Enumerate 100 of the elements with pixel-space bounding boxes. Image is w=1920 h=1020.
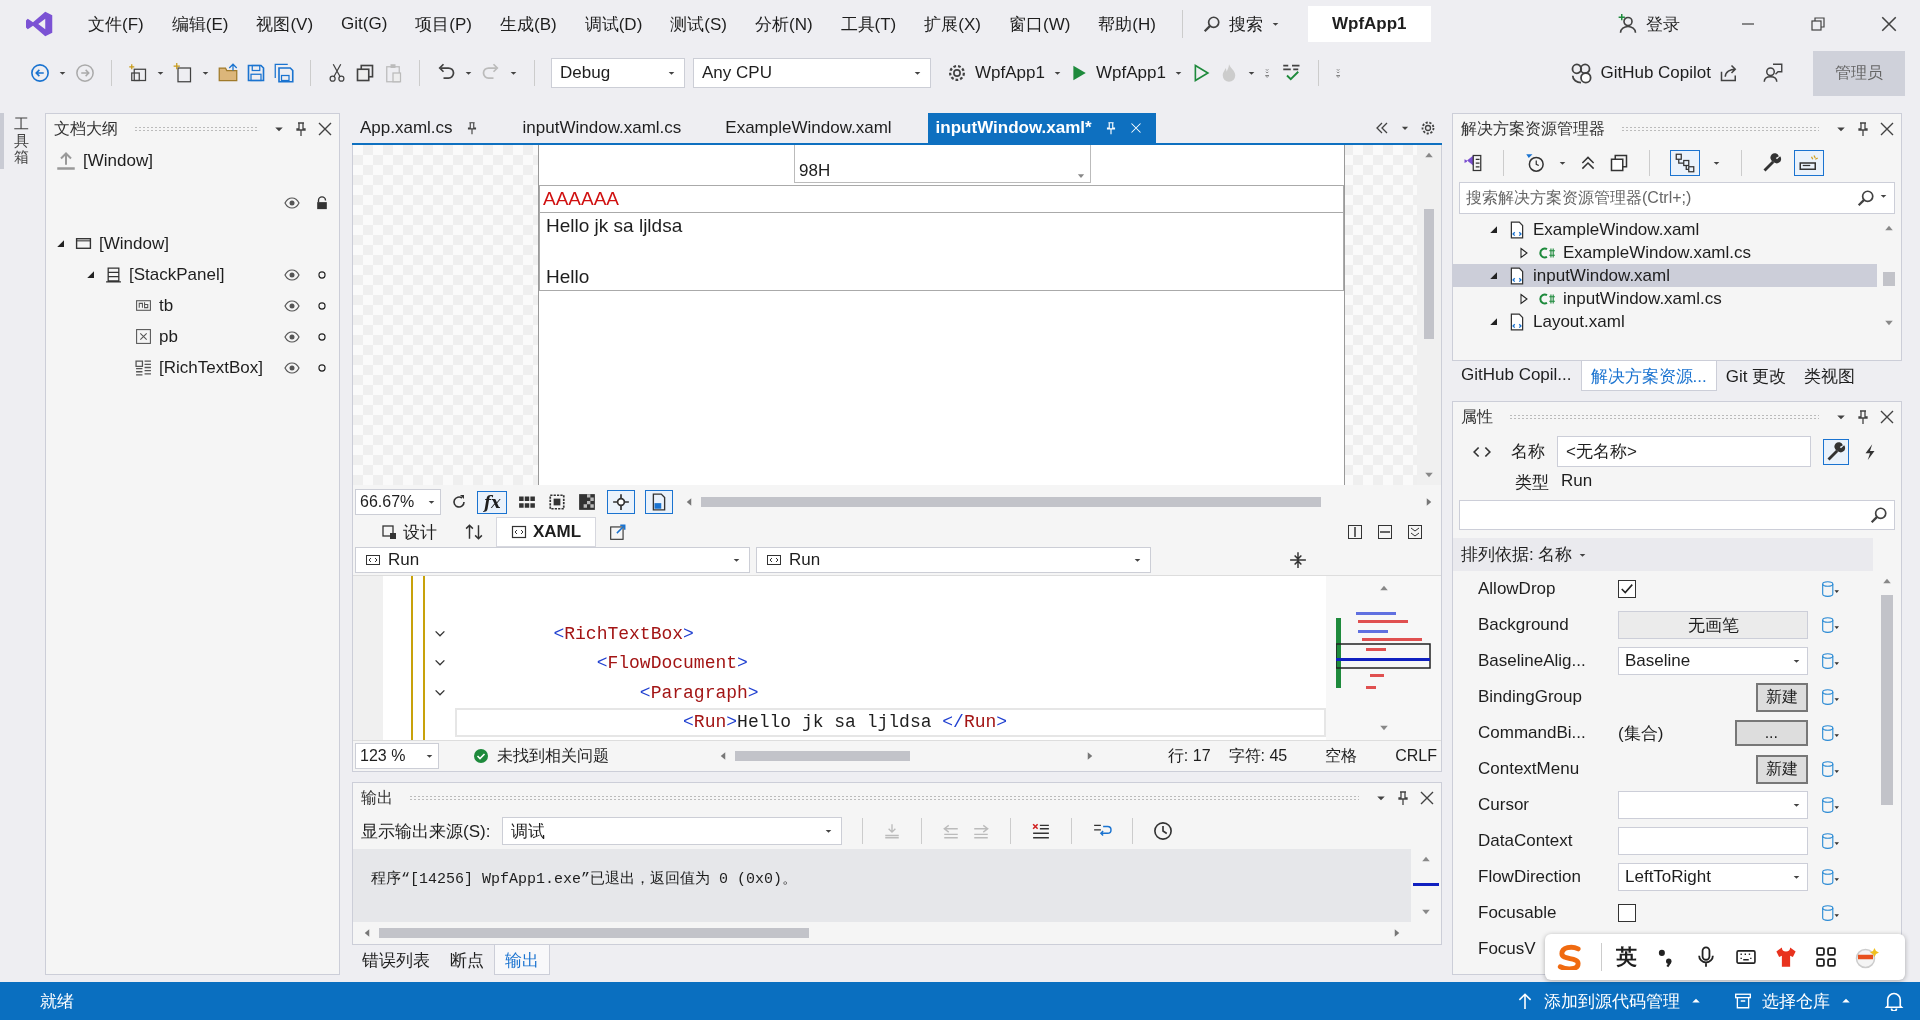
- collapse-pane-icon[interactable]: [1407, 524, 1423, 540]
- menu-item[interactable]: 视图(V): [244, 8, 326, 40]
- outline-item[interactable]: [Window]: [83, 151, 153, 171]
- solution-item[interactable]: ExampleWindow.xaml.cs: [1563, 242, 1751, 263]
- panel-tab[interactable]: 类视图: [1795, 361, 1865, 391]
- popout-icon[interactable]: [609, 523, 628, 541]
- splitter-icon[interactable]: [1289, 551, 1307, 569]
- scrollbar-thumb[interactable]: [1424, 209, 1434, 339]
- repository-button[interactable]: 选择仓库: [1734, 989, 1852, 1013]
- value-dropdown[interactable]: LeftToRight: [1618, 863, 1808, 891]
- app-logo-icon[interactable]: [26, 10, 54, 38]
- rich-text-box[interactable]: Hello jk sa ljldsa Hello: [539, 213, 1344, 291]
- spell-check-icon[interactable]: [1281, 63, 1302, 83]
- value-dropdown[interactable]: Baseline: [1618, 647, 1808, 675]
- close-icon[interactable]: [1879, 409, 1895, 425]
- sort-button[interactable]: 排列依据: 名称: [1461, 543, 1573, 566]
- menu-item[interactable]: 调试(D): [572, 8, 655, 40]
- checkbox[interactable]: [1618, 580, 1636, 598]
- scrollbar-thumb[interactable]: [379, 928, 809, 938]
- pin-icon[interactable]: [1855, 409, 1871, 425]
- view-tab[interactable]: XAML: [497, 518, 596, 546]
- outline-item[interactable]: [StackPanel]: [129, 264, 225, 285]
- panel-tab[interactable]: Git 更改: [1716, 361, 1796, 391]
- panel-tab[interactable]: 错误列表: [352, 945, 440, 975]
- scrollbar-thumb[interactable]: [735, 751, 910, 761]
- grid-icon[interactable]: [517, 493, 538, 511]
- outline-item[interactable]: tb: [159, 295, 174, 316]
- menu-item[interactable]: 编辑(E): [159, 8, 241, 40]
- shirt-icon[interactable]: [1775, 946, 1797, 968]
- menu-item[interactable]: 工具(T): [828, 8, 909, 40]
- new-button[interactable]: 新建: [1756, 682, 1808, 712]
- split-vertical-icon[interactable]: [1347, 524, 1363, 540]
- collapsed-triangle-icon[interactable]: [1518, 246, 1530, 259]
- close-icon[interactable]: [1879, 121, 1895, 137]
- device-button[interactable]: [645, 490, 674, 514]
- back-icon[interactable]: [30, 63, 50, 83]
- mascot-icon[interactable]: [1855, 945, 1879, 969]
- swap-icon[interactable]: [465, 523, 483, 541]
- lock-icon[interactable]: [315, 195, 329, 211]
- clock-icon[interactable]: [1153, 821, 1174, 841]
- grid-snap-icon[interactable]: [547, 493, 568, 511]
- sign-in-button[interactable]: 登录: [1618, 12, 1680, 36]
- view-tab[interactable]: 设计: [367, 518, 451, 546]
- pin-icon[interactable]: [1855, 121, 1871, 137]
- member-dropdown[interactable]: Run: [355, 547, 750, 573]
- split-horizontal-icon[interactable]: [1377, 524, 1393, 540]
- editor-tab[interactable]: inputWindow.xaml.cs: [514, 113, 696, 143]
- collapse-all-icon[interactable]: [1579, 154, 1597, 172]
- properties-button[interactable]: [1823, 438, 1849, 465]
- new-item-icon[interactable]: [173, 63, 193, 83]
- line-ending[interactable]: CRLF: [1395, 747, 1437, 765]
- code-editor[interactable]: <RichTextBox> <FlowDocument> <Paragraph> <Run>Hello jk sa ljldsa </Run>: [353, 575, 1441, 741]
- close-icon[interactable]: [1419, 790, 1435, 806]
- menu-item[interactable]: 生成(B): [488, 8, 569, 40]
- checker-icon[interactable]: [577, 493, 598, 511]
- zoom-dropdown[interactable]: 123 %: [355, 743, 439, 769]
- clear-all-icon[interactable]: [1031, 822, 1052, 840]
- value-field[interactable]: [1618, 827, 1808, 855]
- checkbox[interactable]: [1618, 904, 1636, 922]
- close-icon[interactable]: [317, 121, 333, 137]
- source-control-button[interactable]: 添加到源代码管理: [1516, 989, 1702, 1013]
- ellipsis-button[interactable]: ...: [1734, 720, 1808, 746]
- preview-button[interactable]: [1794, 150, 1824, 176]
- feedback-icon[interactable]: [1763, 63, 1783, 83]
- member-dropdown[interactable]: Run: [756, 547, 1151, 573]
- formula-button[interactable]: fx: [477, 490, 508, 514]
- outline-item[interactable]: pb: [159, 326, 178, 347]
- tree-view-button[interactable]: [1670, 150, 1700, 176]
- restore-icon[interactable]: [1810, 16, 1826, 32]
- menu-item[interactable]: 项目(P): [403, 8, 484, 40]
- toolbox-tab[interactable]: 工具箱: [0, 113, 41, 169]
- solution-item[interactable]: Layout.xaml: [1533, 311, 1625, 332]
- outline-item[interactable]: [Window]: [99, 233, 169, 254]
- collapsed-triangle-icon[interactable]: [1518, 292, 1530, 305]
- menu-item[interactable]: 分析(N): [742, 8, 825, 40]
- menu-item[interactable]: 文件(F): [76, 8, 156, 40]
- snap-button[interactable]: [607, 490, 636, 514]
- menu-item[interactable]: 窗口(W): [996, 8, 1083, 40]
- text-box[interactable]: 98H: [794, 145, 1091, 183]
- new-project-icon[interactable]: [128, 63, 148, 83]
- solution-item[interactable]: inputWindow.xaml.cs: [1563, 288, 1722, 309]
- pin-icon[interactable]: [1395, 790, 1411, 806]
- search-button[interactable]: 搜索: [1192, 8, 1290, 40]
- views-icon[interactable]: [1609, 153, 1629, 173]
- scrollbar-thumb[interactable]: [1881, 595, 1893, 805]
- property-search-field[interactable]: [1459, 500, 1895, 530]
- column-number[interactable]: 字符: 45: [1228, 745, 1288, 767]
- new-button[interactable]: 新建: [1756, 754, 1808, 784]
- panel-tab[interactable]: 解决方案资源...: [1580, 361, 1717, 391]
- menu-item[interactable]: 测试(S): [658, 8, 739, 40]
- startup-project-button[interactable]: WpfApp1: [947, 63, 1045, 83]
- pin-icon[interactable]: [293, 121, 309, 137]
- brush-value-button[interactable]: 无画笔: [1618, 611, 1808, 639]
- close-icon[interactable]: [1880, 15, 1898, 33]
- solution-item[interactable]: ExampleWindow.xaml: [1533, 219, 1700, 240]
- run-button[interactable]: WpfApp1: [1069, 63, 1166, 83]
- input-language-button[interactable]: 英: [1601, 943, 1637, 971]
- history-icon[interactable]: [1524, 153, 1546, 173]
- zoom-dropdown[interactable]: 66.67%: [355, 489, 441, 515]
- scrollbar-thumb[interactable]: [701, 497, 1322, 507]
